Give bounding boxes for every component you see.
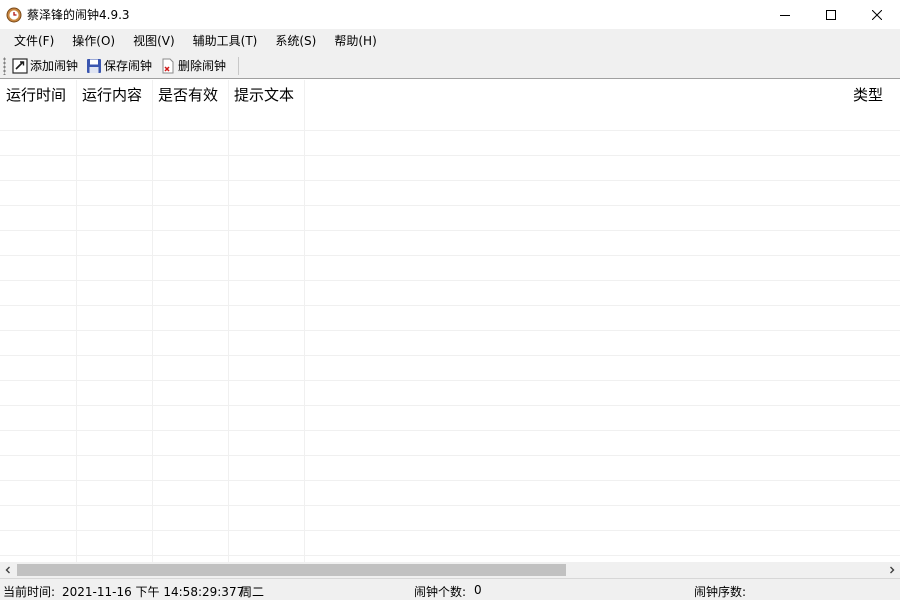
menu-operation[interactable]: 操作(O) [63, 29, 124, 53]
scroll-left-button[interactable] [0, 562, 16, 578]
current-time-label: 当前时间: [3, 585, 56, 599]
grid-row-line [0, 505, 900, 506]
column-divider[interactable] [152, 80, 153, 562]
alarm-count-label: 闹钟个数: [414, 585, 467, 599]
column-header-type[interactable]: 类型 [847, 80, 883, 110]
toolbar: 添加闹钟 保存闹钟 删除闹钟 [0, 53, 900, 79]
grid-row-line [0, 155, 900, 156]
alarm-count-value: 0 [474, 583, 482, 597]
chevron-left-icon [5, 566, 10, 574]
column-divider[interactable] [76, 80, 77, 562]
delete-document-icon [162, 58, 174, 73]
grid-row-line [0, 530, 900, 531]
toolbar-separator [238, 56, 240, 75]
column-divider[interactable] [228, 80, 229, 562]
alarm-index-label: 闹钟序数: [694, 585, 747, 599]
delete-alarm-button[interactable]: 删除闹钟 [158, 55, 230, 77]
save-alarm-button[interactable]: 保存闹钟 [84, 55, 156, 77]
column-header-prompt-text[interactable]: 提示文本 [228, 80, 294, 110]
add-alarm-label: 添加闹钟 [30, 59, 79, 73]
maximize-button[interactable] [808, 0, 854, 29]
list-header: 运行时间 运行内容 是否有效 提示文本 类型 [0, 80, 900, 110]
grid-row-line [0, 380, 900, 381]
grid-row-line [0, 430, 900, 431]
chevron-right-icon [890, 566, 895, 574]
grid-row-line [0, 280, 900, 281]
delete-alarm-label: 删除闹钟 [178, 59, 227, 73]
close-button[interactable] [854, 0, 900, 29]
add-alarm-button[interactable]: 添加闹钟 [10, 55, 82, 77]
grid-row-line [0, 355, 900, 356]
horizontal-scrollbar[interactable] [0, 562, 900, 578]
grid-row-line [0, 180, 900, 181]
menu-system[interactable]: 系统(S) [266, 29, 325, 53]
scrollbar-thumb[interactable] [17, 564, 566, 576]
title-bar: 蔡泽锋的闹钟4.9.3 [0, 0, 900, 29]
add-alarm-icon [12, 57, 28, 74]
save-floppy-icon [87, 58, 102, 73]
column-header-run-time[interactable]: 运行时间 [0, 80, 66, 110]
minimize-icon [780, 14, 790, 16]
column-header-run-content[interactable]: 运行内容 [76, 80, 142, 110]
column-header-enabled[interactable]: 是否有效 [152, 80, 218, 110]
grid-row-line [0, 330, 900, 331]
alarm-list[interactable]: 运行时间 运行内容 是否有效 提示文本 类型 [0, 80, 900, 562]
clock-app-icon [6, 7, 22, 22]
grid-row-line [0, 205, 900, 206]
grid-row-line [0, 255, 900, 256]
grid-row-line [0, 480, 900, 481]
grid-row-line [0, 305, 900, 306]
scroll-right-button[interactable] [884, 562, 900, 578]
grid-row-line [0, 455, 900, 456]
current-time-value: 2021-11-16 下午 14:58:29:377 [62, 585, 245, 599]
grid-row-line [0, 230, 900, 231]
grid-row-line [0, 555, 900, 556]
menu-help[interactable]: 帮助(H) [325, 29, 385, 53]
column-divider[interactable] [304, 80, 305, 562]
menu-view[interactable]: 视图(V) [124, 29, 184, 53]
window-title: 蔡泽锋的闹钟4.9.3 [27, 8, 130, 22]
save-alarm-label: 保存闹钟 [104, 59, 153, 73]
grid-row-line [0, 130, 900, 131]
maximize-icon [826, 9, 836, 20]
grid-row-line [0, 405, 900, 406]
menu-bar: 文件(F) 操作(O) 视图(V) 辅助工具(T) 系统(S) 帮助(H) [0, 29, 900, 53]
toolbar-grip[interactable] [3, 56, 6, 75]
minimize-button[interactable] [762, 0, 808, 29]
close-icon [872, 9, 882, 20]
status-bar: 当前时间: 2021-11-16 下午 14:58:29:377 周二 闹钟个数… [0, 578, 900, 600]
weekday-value: 周二 [240, 585, 265, 599]
menu-file[interactable]: 文件(F) [5, 29, 63, 53]
menu-tools[interactable]: 辅助工具(T) [184, 29, 267, 53]
